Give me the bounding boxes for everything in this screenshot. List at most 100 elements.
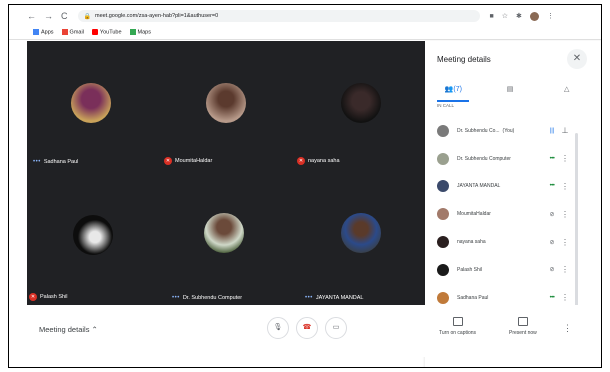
participant-name: Palash Shil <box>457 267 545 273</box>
participant-row[interactable]: Palash Shil ⊘ ⋮ <box>425 256 575 284</box>
participant-name-text: nayana saha <box>457 239 486 246</box>
bookmark-gmail[interactable]: Gmail <box>61 29 84 36</box>
participant-name: Dr. Subhendu Co... (You) <box>457 128 545 134</box>
participant-tile[interactable]: ✕ Palash Shil <box>27 173 159 305</box>
present-now-button[interactable]: Present now <box>509 317 537 336</box>
browser-menu-icon[interactable]: ⋮ <box>547 12 554 20</box>
participant-avatar <box>204 213 244 253</box>
microphone-button[interactable]: 🎙 <box>267 317 289 339</box>
bookmarks-bar: Apps Gmail YouTube Maps <box>9 26 601 40</box>
participant-tile[interactable]: ••• JAYANTA MANDAL <box>293 173 425 305</box>
more-options-icon[interactable]: ⋮ <box>559 210 571 219</box>
participant-name-label: ••• Sadhana Paul <box>33 159 79 165</box>
more-options-icon[interactable]: ⋮ <box>559 293 571 302</box>
participant-name-text: Palash Shil <box>457 266 483 273</box>
extensions-icon[interactable]: ✱ <box>516 12 522 20</box>
leave-call-button[interactable]: ☎ <box>296 317 318 339</box>
participant-name-label: ✕ Palash Shil <box>29 293 68 301</box>
more-options-icon[interactable]: ⋮ <box>559 238 571 247</box>
address-bar[interactable]: 🔒 meet.google.com/zsa-ayen-hab?pli=1&aut… <box>77 10 480 22</box>
camera-indicator-icon[interactable]: ■ <box>490 13 494 20</box>
participant-row[interactable]: JAYANTA MANDAL ••• ⋮ <box>425 173 575 201</box>
bottom-toolbar: Meeting details ⌃ 🎙 ☎ ▭ Turn on captions… <box>27 305 601 357</box>
more-options-icon[interactable]: ⋮ <box>559 265 571 274</box>
participant-name: nayana saha <box>457 239 545 245</box>
participant-name-label: ••• JAYANTA MANDAL <box>305 295 364 301</box>
star-icon[interactable]: ☆ <box>502 12 508 20</box>
meeting-details-button[interactable]: Meeting details ⌃ <box>39 325 98 334</box>
present-icon <box>517 317 528 326</box>
browser-actions: ■ ☆ ✱ ⋮ <box>490 11 554 21</box>
participant-tile[interactable]: ••• Dr. Subhendu Computer <box>160 173 292 305</box>
lock-icon: 🔒 <box>83 13 91 20</box>
participant-name-label: ••• Dr. Subhendu Computer <box>172 295 243 301</box>
window-frame: ← → C 🔒 meet.google.com/zsa-ayen-hab?pli… <box>8 4 602 368</box>
participant-avatar <box>73 215 113 255</box>
mic-off-icon: ⊘ <box>549 239 555 246</box>
microphone-icon: 🎙 <box>273 324 283 331</box>
participant-name-text: JAYANTA MANDAL <box>457 183 501 190</box>
tab-chat[interactable]: ▤ <box>482 81 539 103</box>
activities-icon: △ <box>563 86 570 93</box>
more-options-icon[interactable]: ⋮ <box>563 323 572 334</box>
participant-name-label: ✕ nayana saha <box>297 157 340 165</box>
camera-icon: ▭ <box>332 324 340 331</box>
camera-button[interactable]: ▭ <box>325 317 347 339</box>
participant-name-label: ✕ MoumitaHaldar <box>164 157 213 165</box>
maps-icon <box>129 29 136 36</box>
chevron-up-icon: ⌃ <box>91 325 98 334</box>
more-options-icon[interactable]: ⋮ <box>559 154 571 163</box>
reload-icon[interactable]: C <box>61 11 68 21</box>
participant-name-text: Dr. Subhendu Computer <box>457 155 511 162</box>
mic-off-icon: ⊘ <box>549 211 555 218</box>
panel-title: Meeting details <box>437 55 491 64</box>
more-options-icon[interactable]: ⋮ <box>559 182 571 191</box>
participant-avatar <box>437 208 449 221</box>
captions-button[interactable]: Turn on captions <box>439 317 476 336</box>
participant-row[interactable]: nayana saha ⊘ ⋮ <box>425 228 575 256</box>
speaking-indicator-icon: ••• <box>33 159 41 165</box>
panel-tabs: 👥(7) ▤ △ <box>425 81 595 103</box>
you-label: (You) <box>502 127 515 134</box>
mic-off-icon: ⊘ <box>549 267 555 274</box>
participant-tile[interactable]: ✕ nayana saha <box>293 41 425 173</box>
pin-icon[interactable]: ⊥ <box>559 126 571 135</box>
bookmark-youtube[interactable]: YouTube <box>91 29 122 36</box>
close-icon[interactable]: ✕ <box>567 49 587 69</box>
participant-name-text: Sadhana Paul <box>457 294 489 301</box>
participant-row[interactable]: Dr. Subhendu Co... (You) ||| ⊥ <box>425 117 575 145</box>
in-call-label: IN CALL <box>437 103 455 108</box>
speaking-indicator-icon: ••• <box>549 183 555 190</box>
active-tab-indicator <box>437 100 469 102</box>
participant-avatar <box>437 291 449 304</box>
audio-level-icon: ||| <box>549 127 555 134</box>
bookmark-maps[interactable]: Maps <box>129 29 151 36</box>
participant-row[interactable]: Dr. Subhendu Computer ••• ⋮ <box>425 145 575 173</box>
captions-icon <box>452 317 463 326</box>
nav-buttons: ← → C <box>27 11 68 21</box>
hang-up-icon: ☎ <box>302 324 312 331</box>
participant-tile[interactable]: ✕ MoumitaHaldar <box>160 41 292 173</box>
back-arrow-icon[interactable]: ← <box>27 11 36 21</box>
participant-avatar <box>437 180 449 193</box>
forward-arrow-icon[interactable]: → <box>44 11 53 21</box>
participant-avatar <box>341 213 381 253</box>
participant-avatar <box>341 83 381 123</box>
participant-tile[interactable]: ••• Sadhana Paul <box>27 41 159 173</box>
speaking-indicator-icon: ••• <box>305 295 313 301</box>
participant-row[interactable]: MoumitaHaldar ⊘ ⋮ <box>425 200 575 228</box>
youtube-icon <box>91 29 98 36</box>
participant-avatar <box>437 152 449 165</box>
bookmark-apps[interactable]: Apps <box>33 29 54 36</box>
participant-avatar <box>71 83 111 123</box>
participant-name: JAYANTA MANDAL <box>457 183 545 189</box>
profile-avatar[interactable] <box>529 11 539 21</box>
apps-grid-icon <box>33 29 39 36</box>
participant-name: Dr. Subhendu Computer <box>457 156 545 162</box>
speaking-indicator-icon: ••• <box>172 295 180 301</box>
tab-activities[interactable]: △ <box>538 81 595 103</box>
participant-list-scrollbar[interactable] <box>575 133 578 309</box>
speaking-indicator-icon: ••• <box>549 155 555 162</box>
mic-off-icon: ✕ <box>297 157 305 165</box>
speaking-indicator-icon: ••• <box>549 294 555 301</box>
